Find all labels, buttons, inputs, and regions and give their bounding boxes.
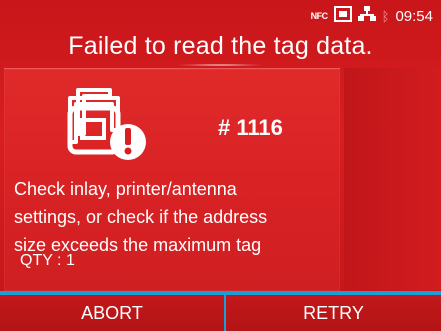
quantity-label: QTY : 1 xyxy=(20,252,75,269)
side-panel xyxy=(344,68,441,290)
page-title: Failed to read the tag data. xyxy=(68,32,373,60)
printer-icon xyxy=(333,6,352,26)
retry-button[interactable]: RETRY xyxy=(226,295,441,331)
error-screen: NFC ᛒ 09:54 Failed to read the tag data. xyxy=(0,0,441,331)
title-divider xyxy=(175,64,265,66)
error-message: Check inlay, printer/antenna settings, o… xyxy=(14,179,268,255)
rfid-tag-error-icon xyxy=(64,84,154,164)
button-bar: ABORT RETRY xyxy=(0,291,441,331)
abort-button[interactable]: ABORT xyxy=(0,295,224,331)
network-icon xyxy=(357,6,376,26)
clock: 09:54 xyxy=(395,7,433,25)
status-bar: NFC ᛒ 09:54 xyxy=(311,6,433,26)
bluetooth-icon: ᛒ xyxy=(381,8,390,24)
error-code: # 1116 xyxy=(218,115,283,140)
nfc-icon: NFC xyxy=(310,11,329,21)
